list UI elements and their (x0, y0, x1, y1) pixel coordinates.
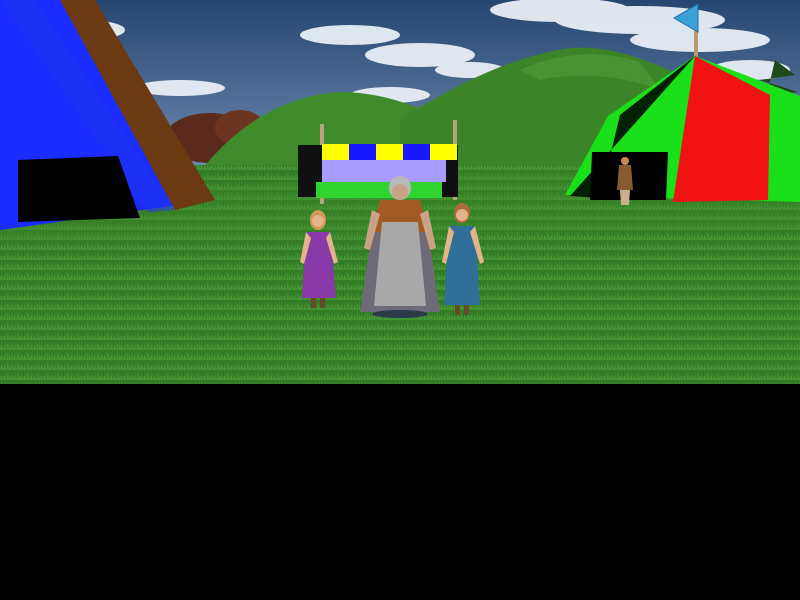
tent-right-flagpole (694, 30, 698, 60)
fairground-scene (0, 0, 800, 384)
game-screen (0, 0, 800, 600)
banner-panel (322, 160, 446, 182)
banner-base (316, 182, 442, 198)
banner-stripes (322, 144, 457, 160)
game-viewport[interactable] (0, 0, 800, 384)
bottom-panel (0, 384, 800, 600)
